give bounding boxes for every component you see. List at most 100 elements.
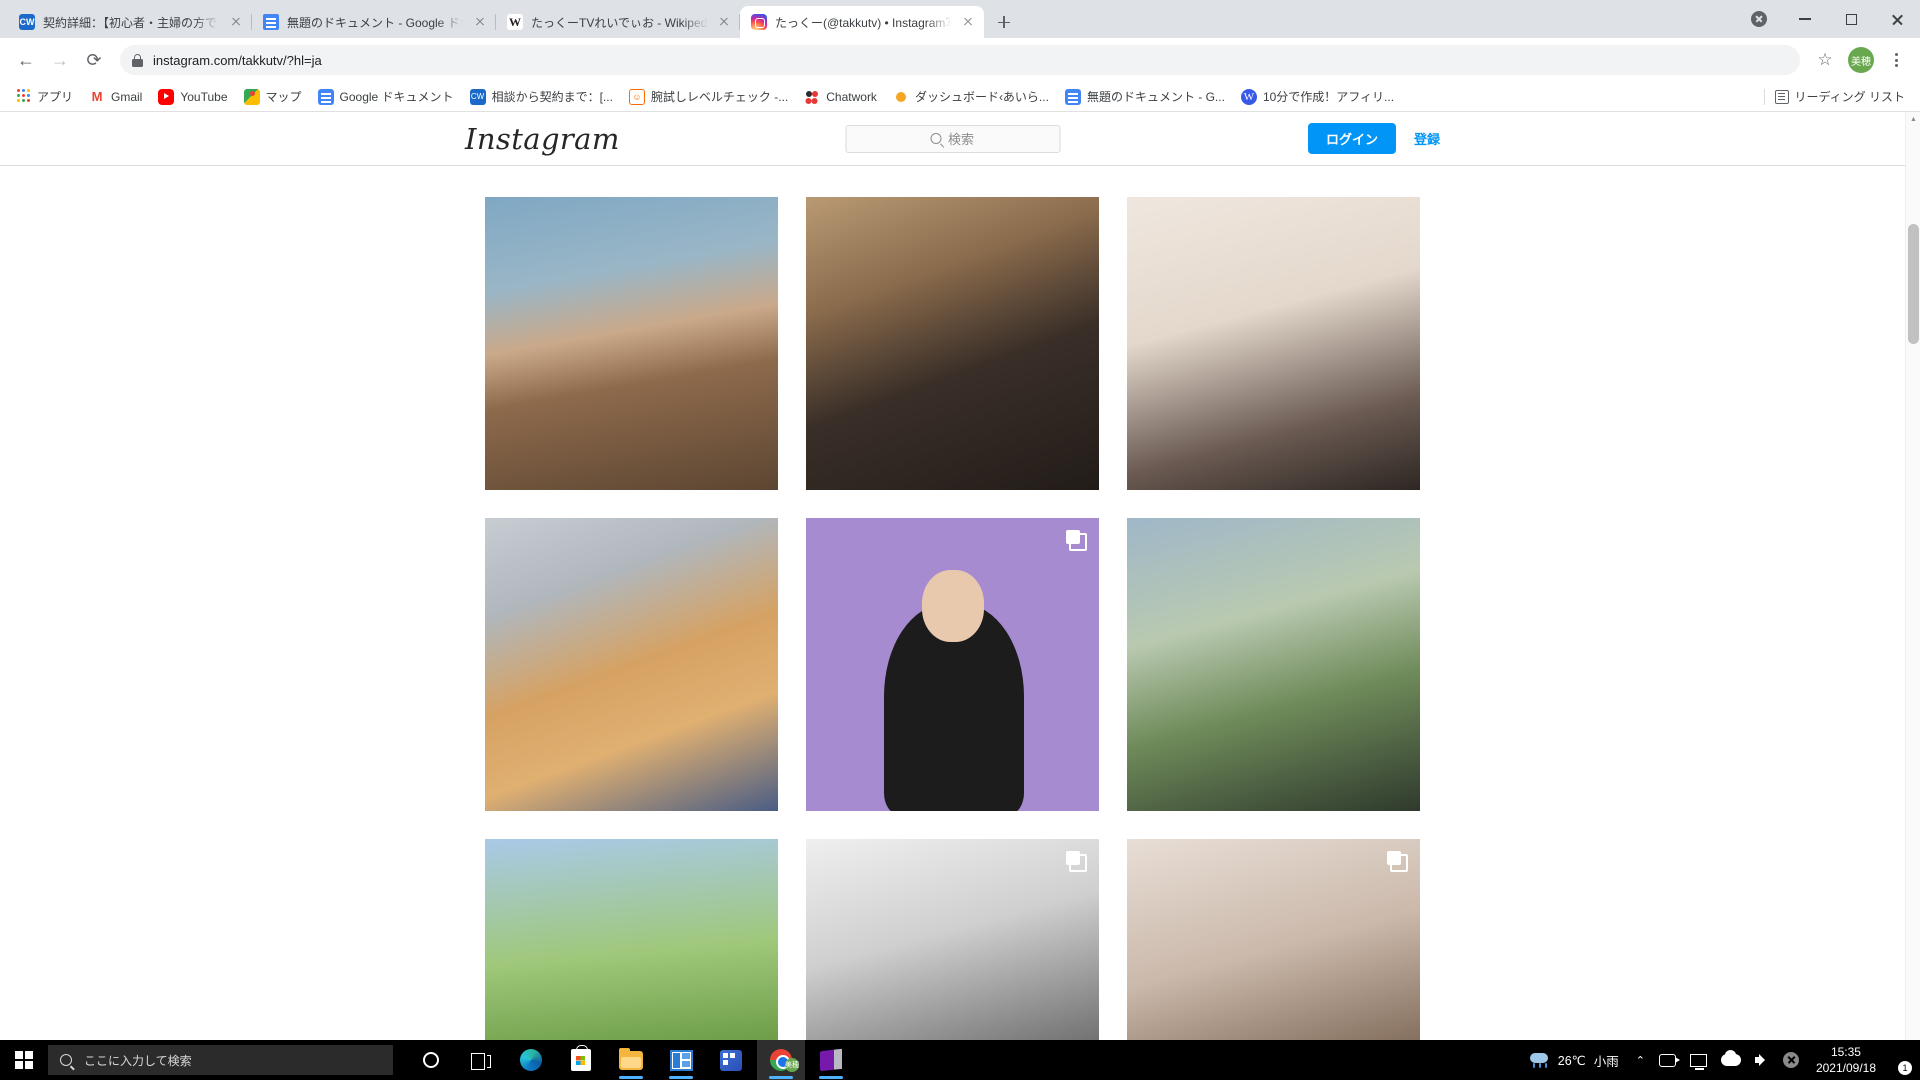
browser-tab-1[interactable]: CW 契約詳細：【初心者・主婦の方でも	[8, 6, 252, 38]
post-thumbnail-5[interactable]	[806, 518, 1099, 811]
bookmark-label: アプリ	[37, 90, 74, 104]
task-view-icon[interactable]	[457, 1040, 505, 1080]
bookmark-dashboard[interactable]: ダッシュボード‹あいら...	[886, 84, 1056, 109]
signup-link[interactable]: 登録	[1414, 129, 1440, 148]
browser-tab-2[interactable]: 無題のドキュメント - Google ドキュメ	[252, 6, 496, 38]
forward-icon[interactable]: →	[44, 44, 76, 76]
post-thumbnail-1[interactable]	[485, 197, 778, 490]
taskbar-apps: 美穂	[407, 1040, 855, 1080]
post-thumbnail-6[interactable]	[1127, 518, 1420, 811]
windows-calendar-icon[interactable]	[657, 1040, 705, 1080]
bookmarks-bar: アプリ M Gmail YouTube マップ Google ドキュメント CW…	[0, 82, 1920, 112]
maximize-button[interactable]	[1828, 3, 1874, 35]
onedrive-icon[interactable]	[1714, 1040, 1748, 1080]
tab-title: 契約詳細：【初心者・主婦の方でも	[43, 15, 220, 30]
reload-icon[interactable]: ⟳	[78, 44, 110, 76]
close-icon[interactable]	[716, 14, 732, 30]
bookmark-label: ダッシュボード‹あいら...	[914, 90, 1049, 104]
error-icon[interactable]	[1776, 1040, 1806, 1080]
bookmark-label: Google ドキュメント	[339, 90, 454, 104]
gmail-icon: M	[89, 88, 106, 105]
instagram-header: Instagram 検索 ログイン 登録	[0, 112, 1905, 166]
post-thumbnail-2[interactable]	[806, 197, 1099, 490]
close-icon[interactable]	[228, 14, 244, 30]
volume-icon[interactable]	[1748, 1040, 1776, 1080]
youtube-icon	[158, 88, 175, 105]
minimize-button[interactable]	[1782, 3, 1828, 35]
bookmark-label: YouTube	[180, 89, 228, 104]
microsoft-store-icon[interactable]	[557, 1040, 605, 1080]
weather-widget[interactable]: 26℃ 小雨	[1520, 1051, 1629, 1070]
multi-photo-icon	[1066, 530, 1087, 551]
search-input[interactable]: 検索	[845, 124, 1060, 153]
search-placeholder: 検索	[947, 132, 974, 147]
bookmark-chatwork[interactable]: Chatwork	[797, 85, 884, 109]
reading-list-button[interactable]: リーディング リスト	[1757, 84, 1913, 109]
post-thumbnail-3[interactable]	[1127, 197, 1420, 490]
taskbar-search-placeholder: ここに入力して検索	[84, 1053, 192, 1068]
camera-icon[interactable]	[1652, 1040, 1683, 1080]
login-button[interactable]: ログイン	[1307, 123, 1396, 154]
posts-grid-wrapper	[0, 166, 1905, 1080]
settings-icon[interactable]	[707, 1040, 755, 1080]
new-tab-button[interactable]	[990, 8, 1018, 36]
bookmark-label: 相談から契約まで：[...	[491, 90, 613, 104]
page-content: Instagram 検索 ログイン 登録 ▲	[0, 112, 1920, 1080]
notification-center-icon[interactable]: 1	[1886, 1049, 1912, 1075]
bookmark-label: マップ	[265, 90, 302, 104]
bookmark-youtube[interactable]: YouTube	[151, 85, 234, 109]
chatwork-dots-icon	[804, 88, 821, 105]
bookmark-google-docs[interactable]: Google ドキュメント	[311, 84, 461, 109]
post-image	[485, 197, 778, 490]
bookmark-chatwork-contract[interactable]: CW 相談から契約まで：[...	[463, 84, 620, 109]
remote-desktop-icon[interactable]	[1683, 1040, 1714, 1080]
bookmark-apps[interactable]: アプリ	[8, 84, 80, 109]
browser-tab-3[interactable]: W たっくーTVれいでぃお - Wikipedia	[496, 6, 740, 38]
chrome-browser-window: CW 契約詳細：【初心者・主婦の方でも 無題のドキュメント - Google ド…	[0, 0, 1920, 1080]
scrollbar-thumb[interactable]	[1908, 224, 1919, 344]
post-image	[806, 197, 1099, 490]
browser-tab-4-active[interactable]: たっくー(@takkutv) • Instagram写真	[740, 6, 984, 38]
cortana-icon[interactable]	[407, 1040, 455, 1080]
bookmark-affiliate[interactable]: W 10分で作成！アフィリ...	[1234, 84, 1401, 109]
bookmark-star-icon[interactable]: ☆	[1810, 45, 1840, 75]
avatar[interactable]: 美穂	[1848, 47, 1874, 73]
address-bar-url: instagram.com/takkutv/?hl=ja	[153, 52, 322, 68]
secure-lock-icon	[132, 53, 143, 67]
page-scrollbar[interactable]: ▲ ▼	[1905, 112, 1920, 1080]
bookmark-gmail[interactable]: M Gmail	[82, 85, 149, 109]
bookmark-level-check[interactable]: ☺ 腕試しレベルチェック -...	[622, 84, 795, 109]
windows-taskbar: ここに入力して検索 美穂 26℃ 小雨 ⌃ 15:35 2021/09/18 1	[0, 1040, 1920, 1080]
chrome-profile-circle-icon[interactable]	[1736, 3, 1782, 35]
google-docs-icon	[1064, 88, 1081, 105]
post-thumbnail-4[interactable]	[485, 518, 778, 811]
taskbar-clock[interactable]: 15:35 2021/09/18	[1806, 1044, 1886, 1076]
close-icon[interactable]	[960, 14, 976, 30]
taskbar-search-input[interactable]: ここに入力して検索	[48, 1045, 393, 1075]
microsoft-edge-icon[interactable]	[507, 1040, 555, 1080]
address-bar[interactable]: instagram.com/takkutv/?hl=ja	[120, 45, 1800, 75]
google-docs-icon	[263, 14, 279, 30]
tab-title: たっくーTVれいでぃお - Wikipedia	[531, 15, 708, 30]
bookmark-maps[interactable]: マップ	[237, 84, 309, 109]
post-image	[485, 518, 778, 811]
scroll-up-icon[interactable]: ▲	[1906, 112, 1920, 127]
show-hidden-icons-icon[interactable]: ⌃	[1629, 1040, 1652, 1080]
google-chrome-icon[interactable]: 美穂	[757, 1040, 805, 1080]
weather-temperature: 26℃	[1557, 1053, 1586, 1068]
chrome-menu-icon[interactable]	[1882, 46, 1910, 74]
chatwork-icon: CW	[19, 14, 35, 30]
bookmark-untitled-doc[interactable]: 無題のドキュメント - G...	[1058, 84, 1232, 109]
tab-title: 無題のドキュメント - Google ドキュメ	[287, 15, 464, 30]
windows-start-icon[interactable]	[0, 1040, 48, 1080]
instagram-logo[interactable]: Instagram	[465, 122, 620, 156]
bookmark-label: Gmail	[111, 89, 143, 104]
bookmark-label: 10分で作成！アフィリ...	[1262, 90, 1395, 104]
clock-date: 2021/09/18	[1815, 1061, 1876, 1075]
close-icon[interactable]	[472, 14, 488, 30]
back-icon[interactable]: ←	[10, 44, 42, 76]
close-window-button[interactable]	[1874, 3, 1920, 35]
browser-toolbar: ← → ⟳ instagram.com/takkutv/?hl=ja ☆ 美穂	[0, 38, 1920, 82]
file-explorer-icon[interactable]	[607, 1040, 655, 1080]
onenote-icon[interactable]	[807, 1040, 855, 1080]
